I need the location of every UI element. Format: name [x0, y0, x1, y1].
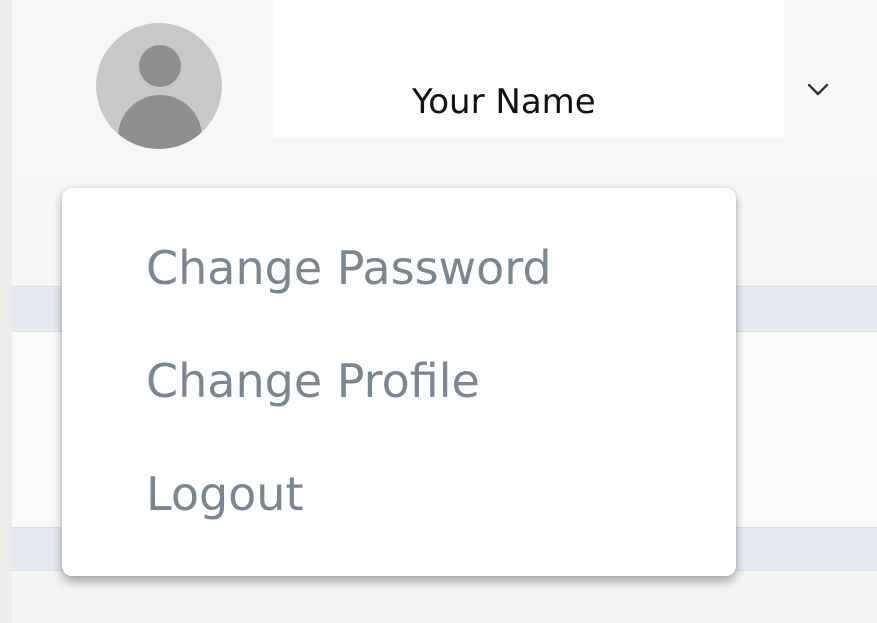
- page-bottom-area: [12, 572, 877, 623]
- page-left-edge: [0, 0, 12, 623]
- user-name-label[interactable]: Your Name: [412, 80, 596, 124]
- menu-item-logout[interactable]: Logout: [146, 464, 304, 524]
- avatar-body: [118, 95, 202, 149]
- user-dropdown-menu: Change Password Change Profile Logout: [62, 188, 736, 576]
- menu-item-change-profile[interactable]: Change Profile: [146, 351, 480, 411]
- user-avatar-icon[interactable]: [96, 23, 222, 149]
- menu-item-change-password[interactable]: Change Password: [146, 238, 552, 298]
- chevron-down-icon[interactable]: [806, 80, 830, 98]
- avatar-head: [139, 45, 181, 87]
